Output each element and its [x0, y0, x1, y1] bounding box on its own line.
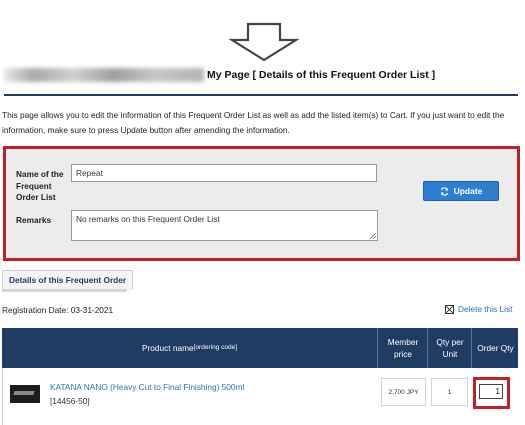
blurred-site-name [4, 68, 204, 82]
down-arrow-icon [228, 22, 300, 62]
product-header-sub: [ordering code] [193, 344, 238, 351]
order-qty-input[interactable]: 1 [479, 384, 503, 399]
remarks-label: Remarks [16, 215, 52, 225]
tab-underline [2, 289, 127, 292]
table-row: KATANA NANO (Heavy Cut to Final Finishin… [2, 368, 518, 425]
list-edit-form: Name of the Frequent Order List Repeat R… [3, 146, 520, 261]
column-header-product: Product name [ordering code] [2, 328, 377, 368]
refresh-icon [440, 186, 448, 196]
list-name-field[interactable]: Repeat [71, 164, 377, 182]
product-header-label: Product name [141, 343, 194, 353]
column-header-unit: Qty per Unit [427, 328, 472, 368]
delete-list-link[interactable]: Delete this List [445, 304, 512, 314]
remarks-field[interactable]: No remarks on this Frequent Order List [71, 210, 378, 241]
product-thumbnail [10, 385, 40, 403]
delete-list-label: Delete this List [458, 304, 513, 314]
update-button[interactable]: Update [423, 181, 499, 201]
update-label: Update [453, 186, 483, 196]
qty-per-unit: 1 [431, 378, 468, 406]
intro-text: This page allows you to edit the informa… [2, 110, 505, 135]
product-name-link[interactable]: KATANA NANO (Heavy Cut to Final Finishin… [50, 382, 244, 392]
registration-date: Registration Date: 03-31-2021 [2, 305, 114, 315]
tab-frequent-order-details[interactable]: Details of this Frequent Order [2, 270, 134, 290]
resize-grip-icon[interactable] [370, 233, 376, 239]
list-name-label: Name of the Frequent Order List [16, 169, 64, 202]
page-title: My Page [ Details of this Frequent Order… [207, 69, 436, 81]
close-box-icon [445, 304, 454, 314]
column-header-price: Member price [377, 328, 428, 368]
column-header-qty: Order Qty [471, 328, 519, 368]
page-header: My Page [ Details of this Frequent Order… [0, 62, 525, 90]
member-price: 2,700 JPY [381, 378, 426, 406]
table-header: Product name [ordering code] Member price… [2, 328, 518, 368]
remarks-text: No remarks on this Frequent Order List [76, 214, 220, 224]
title-divider [4, 94, 518, 96]
product-code: [14456-50] [50, 396, 90, 406]
